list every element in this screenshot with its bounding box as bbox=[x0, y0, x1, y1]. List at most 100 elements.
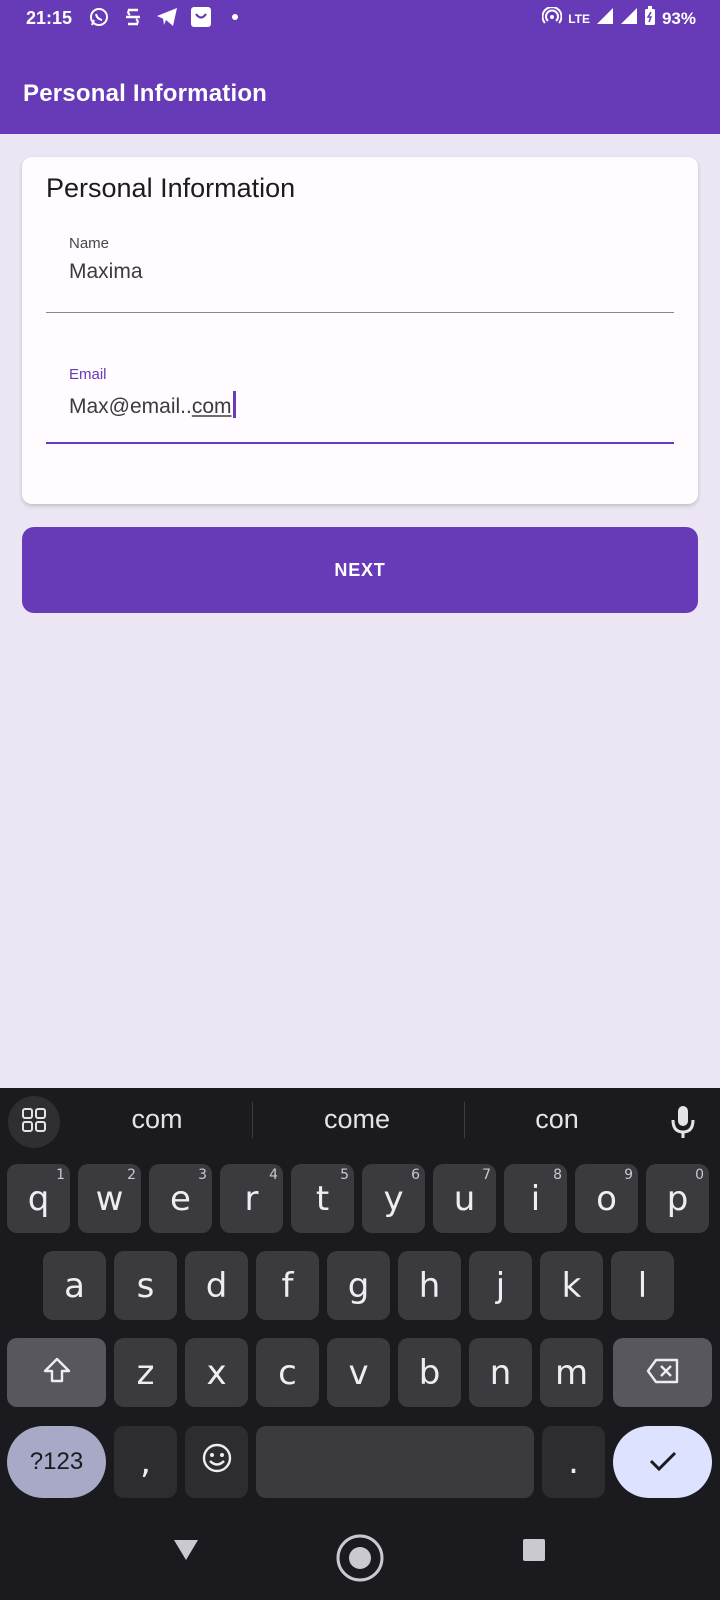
key-w-label: w bbox=[95, 1178, 124, 1219]
key-r[interactable]: r4 bbox=[220, 1164, 283, 1233]
signal-icon bbox=[596, 7, 614, 30]
key-o[interactable]: o9 bbox=[575, 1164, 638, 1233]
backspace-icon bbox=[646, 1353, 680, 1393]
key-i[interactable]: i8 bbox=[504, 1164, 567, 1233]
key-z[interactable]: z bbox=[114, 1338, 177, 1407]
key-r-label: r bbox=[244, 1178, 259, 1219]
key-u-label: u bbox=[453, 1178, 476, 1219]
battery-percent: 93% bbox=[661, 8, 696, 28]
telegram-icon bbox=[156, 6, 178, 28]
key-g[interactable]: g bbox=[327, 1251, 390, 1320]
shift-key[interactable] bbox=[7, 1338, 106, 1407]
key-hint: 3 bbox=[198, 1167, 207, 1183]
battery-icon bbox=[644, 6, 656, 31]
system-status: LTE 93% bbox=[541, 6, 696, 31]
key-v[interactable]: v bbox=[327, 1338, 390, 1407]
key-q-label: q bbox=[27, 1178, 50, 1219]
email-underline bbox=[46, 442, 674, 444]
key-f[interactable]: f bbox=[256, 1251, 319, 1320]
dot-icon bbox=[224, 6, 246, 28]
key-o-label: o bbox=[596, 1178, 617, 1219]
key-h[interactable]: h bbox=[398, 1251, 461, 1320]
key-p[interactable]: p0 bbox=[646, 1164, 709, 1233]
app-bar: Personal Information bbox=[0, 38, 720, 134]
grid-icon bbox=[21, 1107, 47, 1138]
key-hint: 7 bbox=[482, 1167, 491, 1183]
status-time: 21:15 bbox=[26, 8, 73, 28]
key-n[interactable]: n bbox=[469, 1338, 532, 1407]
suggestion-3[interactable]: con bbox=[457, 1104, 657, 1135]
key-hint: 9 bbox=[624, 1167, 633, 1183]
network-type: LTE bbox=[568, 11, 590, 26]
emoji-icon bbox=[201, 1442, 233, 1483]
key-q[interactable]: q1 bbox=[7, 1164, 70, 1233]
next-button[interactable]: NEXT bbox=[22, 527, 698, 613]
comma-key[interactable]: , bbox=[114, 1426, 177, 1498]
name-label: Name bbox=[69, 235, 110, 252]
key-m[interactable]: m bbox=[540, 1338, 603, 1407]
navigation-bar bbox=[0, 1510, 720, 1600]
key-s[interactable]: s bbox=[114, 1251, 177, 1320]
notification-icons bbox=[88, 6, 246, 28]
status-bar: 21:15 LTE 93% bbox=[0, 0, 720, 38]
key-t-label: t bbox=[315, 1178, 330, 1219]
back-icon[interactable] bbox=[172, 1538, 200, 1567]
key-e-label: e bbox=[170, 1178, 191, 1219]
key-p-label: p bbox=[666, 1178, 689, 1219]
key-hint: 5 bbox=[340, 1167, 349, 1183]
symbols-key[interactable]: ?123 bbox=[7, 1426, 106, 1498]
microphone-icon[interactable] bbox=[668, 1104, 698, 1140]
emoji-key[interactable] bbox=[185, 1426, 248, 1498]
text-cursor bbox=[232, 391, 236, 418]
shift-icon bbox=[42, 1353, 72, 1393]
email-value-prefix: Max@email.. bbox=[69, 395, 192, 418]
key-l[interactable]: l bbox=[611, 1251, 674, 1320]
name-value[interactable]: Maxima bbox=[69, 260, 143, 284]
recents-icon[interactable] bbox=[522, 1538, 546, 1567]
personal-info-card: Personal Information Name Maxima Email M… bbox=[22, 157, 698, 504]
period-key[interactable]: . bbox=[542, 1426, 605, 1498]
space-key[interactable] bbox=[256, 1426, 534, 1498]
name-field[interactable]: Name Maxima bbox=[46, 223, 674, 313]
key-u[interactable]: u7 bbox=[433, 1164, 496, 1233]
suggestion-divider bbox=[252, 1102, 253, 1138]
app-bar-title: Personal Information bbox=[23, 80, 268, 107]
shop-icon bbox=[190, 6, 212, 28]
key-hint: 4 bbox=[269, 1167, 278, 1183]
key-hint: 8 bbox=[553, 1167, 562, 1183]
key-hint: 2 bbox=[127, 1167, 136, 1183]
key-a[interactable]: a bbox=[43, 1251, 106, 1320]
key-x[interactable]: x bbox=[185, 1338, 248, 1407]
suggestion-bar: com come con bbox=[0, 1088, 720, 1156]
card-title: Personal Information bbox=[46, 173, 296, 203]
checkmark-icon bbox=[648, 1442, 678, 1482]
email-field[interactable]: Email Max@email..com bbox=[46, 354, 674, 444]
suggestion-1[interactable]: com bbox=[57, 1104, 257, 1135]
email-value[interactable]: Max@email..com bbox=[69, 391, 236, 419]
key-t[interactable]: t5 bbox=[291, 1164, 354, 1233]
app-icon bbox=[122, 6, 144, 28]
enter-key[interactable] bbox=[613, 1426, 712, 1498]
name-underline bbox=[46, 312, 674, 313]
key-hint: 0 bbox=[695, 1167, 704, 1183]
key-hint: 6 bbox=[411, 1167, 420, 1183]
key-w[interactable]: w2 bbox=[78, 1164, 141, 1233]
key-j[interactable]: j bbox=[469, 1251, 532, 1320]
key-y[interactable]: y6 bbox=[362, 1164, 425, 1233]
key-y-label: y bbox=[383, 1178, 404, 1219]
email-value-composing: com bbox=[191, 395, 232, 418]
key-e[interactable]: e3 bbox=[149, 1164, 212, 1233]
key-d[interactable]: d bbox=[185, 1251, 248, 1320]
suggestion-2[interactable]: come bbox=[257, 1104, 457, 1135]
key-b[interactable]: b bbox=[398, 1338, 461, 1407]
key-c[interactable]: c bbox=[256, 1338, 319, 1407]
signal-icon-2 bbox=[620, 7, 638, 30]
key-k[interactable]: k bbox=[540, 1251, 603, 1320]
keyboard-menu-button[interactable] bbox=[8, 1096, 60, 1148]
home-icon[interactable] bbox=[335, 1533, 385, 1588]
key-hint: 1 bbox=[56, 1167, 65, 1183]
whatsapp-icon bbox=[88, 6, 110, 28]
email-label: Email bbox=[69, 366, 107, 383]
backspace-key[interactable] bbox=[613, 1338, 712, 1407]
hotspot-icon bbox=[541, 6, 563, 30]
